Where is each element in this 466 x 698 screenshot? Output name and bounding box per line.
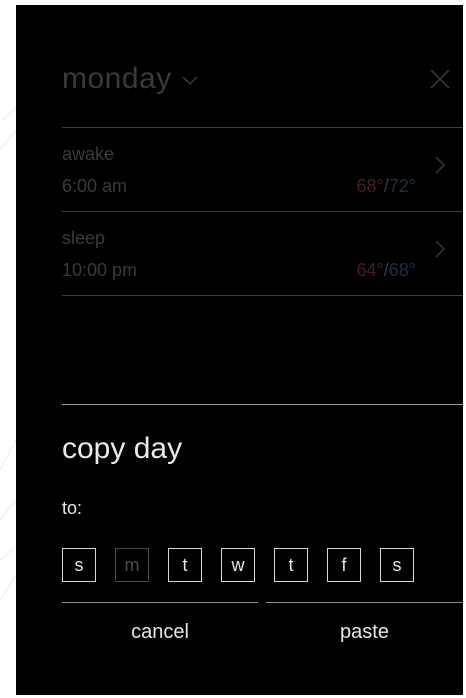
copy-to-label: to: xyxy=(62,498,83,518)
cool-setpoint: 72° xyxy=(388,176,416,196)
chevron-right-icon xyxy=(435,156,445,174)
chevron-right-icon xyxy=(435,240,445,258)
temperature-range: 68°/72° xyxy=(357,176,416,197)
day-toggle-tuesday[interactable]: t xyxy=(168,548,202,582)
paste-label: paste xyxy=(340,621,389,643)
schedule-time: 10:00 pm xyxy=(62,260,138,280)
close-icon[interactable] xyxy=(429,68,451,90)
cancel-button[interactable]: cancel xyxy=(62,602,258,652)
button-divider xyxy=(62,602,258,603)
chevron-down-icon xyxy=(182,76,198,86)
button-divider xyxy=(266,602,463,603)
heat-setpoint: 68° xyxy=(356,176,384,196)
schedule-name: awake xyxy=(62,144,115,164)
day-selector[interactable]: monday xyxy=(62,62,198,96)
day-toggle-saturday[interactable]: s xyxy=(380,548,414,582)
day-title: monday xyxy=(62,62,172,95)
day-toggle-sunday[interactable]: s xyxy=(62,548,96,582)
copy-day-title: copy day xyxy=(62,432,183,465)
schedule-panel: monday awake 6:00 am 68°/72° sleep 10:00… xyxy=(16,5,463,695)
day-toggle-wednesday[interactable]: w xyxy=(221,548,255,582)
heat-setpoint: 64° xyxy=(356,260,384,280)
cool-setpoint: 68° xyxy=(388,260,416,280)
temperature-range: 64°/68° xyxy=(357,260,416,281)
day-toggle-thursday[interactable]: t xyxy=(274,548,308,582)
copy-section-divider xyxy=(62,404,463,405)
paste-button[interactable]: paste xyxy=(266,602,463,652)
divider xyxy=(62,295,463,296)
schedule-time: 6:00 am xyxy=(62,176,128,196)
schedule-name: sleep xyxy=(62,228,106,248)
cancel-label: cancel xyxy=(131,621,189,643)
schedule-row-awake[interactable]: awake 6:00 am 68°/72° xyxy=(62,128,463,211)
schedule-row-sleep[interactable]: sleep 10:00 pm 64°/68° xyxy=(62,212,463,295)
day-toggle-friday[interactable]: f xyxy=(327,548,361,582)
day-toggle-monday: m xyxy=(115,548,149,582)
